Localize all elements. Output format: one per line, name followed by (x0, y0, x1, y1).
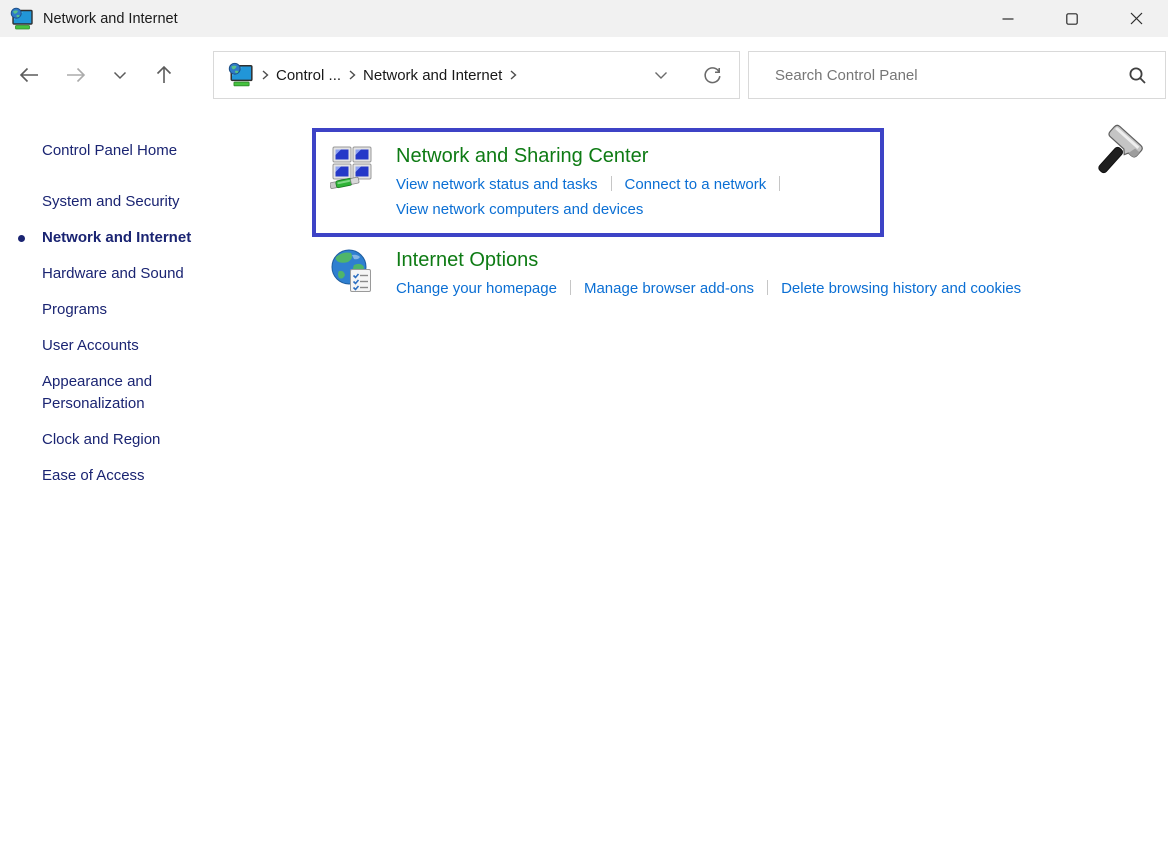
section-title-network-and-sharing-center[interactable]: Network and Sharing Center (396, 143, 793, 169)
address-bar[interactable]: Control ... Network and Internet (213, 51, 740, 99)
search-icon[interactable] (1128, 66, 1147, 85)
separator (611, 176, 612, 191)
link-manage-browser-add-ons[interactable]: Manage browser add-ons (584, 280, 754, 297)
nav-buttons (18, 37, 175, 112)
close-button[interactable] (1104, 0, 1168, 37)
sidebar-item-network-and-internet[interactable]: Network and Internet (42, 227, 252, 249)
section-internet-options: Internet Options Change your homepage Man… (312, 247, 1157, 299)
link-change-your-homepage[interactable]: Change your homepage (396, 280, 557, 297)
breadcrumb-item-control-panel[interactable]: Control ... (276, 67, 341, 84)
sidebar-item-system-and-security[interactable]: System and Security (42, 191, 252, 213)
window-title: Network and Internet (43, 11, 178, 27)
separator (570, 280, 571, 295)
section-network-and-sharing-center: Network and Sharing Center View network … (330, 143, 866, 220)
section-title-internet-options[interactable]: Internet Options (396, 247, 1021, 273)
search-box (748, 51, 1166, 99)
network-and-internet-icon (228, 62, 254, 88)
link-view-network-status-and-tasks[interactable]: View network status and tasks (396, 176, 598, 193)
sidebar-item-user-accounts[interactable]: User Accounts (42, 335, 252, 357)
active-bullet-icon (18, 235, 25, 242)
internet-options-icon[interactable] (330, 249, 374, 293)
back-button[interactable] (18, 64, 40, 86)
chevron-right-icon (345, 68, 359, 82)
sidebar-item-clock-and-region[interactable]: Clock and Region (42, 429, 252, 451)
sidebar: Control Panel Home System and Security N… (42, 140, 252, 501)
breadcrumb-item-network-and-internet[interactable]: Network and Internet (363, 67, 502, 84)
sidebar-item-hardware-and-sound[interactable]: Hardware and Sound (42, 263, 252, 285)
sidebar-item-control-panel-home[interactable]: Control Panel Home (42, 140, 252, 162)
chevron-right-icon (506, 68, 520, 82)
search-input[interactable] (775, 67, 1128, 84)
address-dropdown-chevron-button[interactable] (652, 66, 670, 84)
navigation-bar: Control ... Network and Internet (0, 37, 1168, 112)
up-button[interactable] (153, 64, 175, 86)
separator (767, 280, 768, 295)
sidebar-item-ease-of-access[interactable]: Ease of Access (42, 465, 252, 487)
network-sharing-center-icon[interactable] (330, 145, 374, 189)
link-view-network-computers-and-devices[interactable]: View network computers and devices (396, 201, 643, 218)
separator (779, 176, 780, 191)
chevron-right-icon (258, 68, 272, 82)
title-bar: Network and Internet (0, 0, 1168, 37)
window-controls (976, 0, 1168, 37)
maximize-button[interactable] (1040, 0, 1104, 37)
link-connect-to-a-network[interactable]: Connect to a network (625, 176, 767, 193)
link-delete-browsing-history-and-cookies[interactable]: Delete browsing history and cookies (781, 280, 1021, 297)
sidebar-item-appearance-and-personalization[interactable]: Appearance and Personalization (42, 371, 252, 415)
highlight-box-network-and-sharing-center: Network and Sharing Center View network … (312, 128, 884, 237)
network-and-internet-icon (10, 7, 34, 31)
main-content: Network and Sharing Center View network … (312, 112, 1157, 299)
recent-pages-chevron-button[interactable] (112, 67, 128, 83)
forward-button[interactable] (65, 64, 87, 86)
hammer-cursor-icon (1088, 124, 1150, 186)
minimize-button[interactable] (976, 0, 1040, 37)
refresh-button[interactable] (702, 65, 723, 86)
sidebar-item-programs[interactable]: Programs (42, 299, 252, 321)
